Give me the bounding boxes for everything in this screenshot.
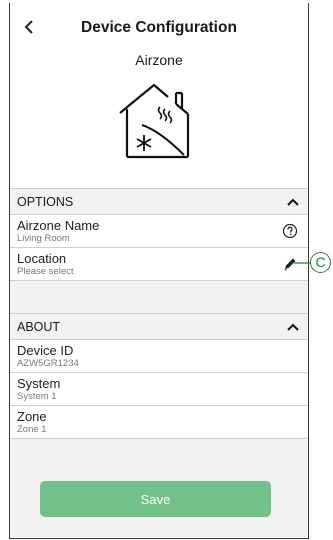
help-circle-icon[interactable] (282, 223, 298, 239)
page-title: Device Configuration (81, 19, 237, 36)
callout-marker: C (294, 249, 332, 277)
header-area: Device Configuration Airzone (10, 3, 308, 189)
section-spacer (10, 281, 308, 314)
airzone-name-row[interactable]: Airzone Name Living Room (10, 215, 308, 248)
device-configuration-screen: Device Configuration Airzone OPTIONS Air… (9, 3, 309, 539)
callout-letter: C (310, 252, 331, 273)
device-id-label: Device ID (17, 343, 74, 358)
system-label: System (17, 376, 61, 391)
system-row: System System 1 (10, 373, 308, 406)
zone-value: Zone 1 (17, 424, 47, 435)
zone-row: Zone Zone 1 (10, 406, 308, 439)
save-button[interactable]: Save (40, 481, 271, 517)
location-row[interactable]: Location Please select (10, 248, 308, 281)
options-heading: OPTIONS (17, 194, 74, 209)
device-id-row: Device ID AZW5GR1234 (10, 340, 308, 373)
zone-label: Zone (17, 409, 47, 424)
airzone-name-value: Living Room (17, 233, 70, 244)
about-section-header[interactable]: ABOUT (10, 314, 308, 340)
location-value: Please select (17, 266, 74, 277)
system-value: System 1 (17, 391, 57, 402)
airzone-name-label: Airzone Name (17, 218, 100, 233)
chevron-up-icon[interactable] (286, 322, 300, 332)
location-label: Location (17, 251, 67, 266)
chevron-up-icon[interactable] (286, 197, 300, 207)
about-heading: ABOUT (17, 319, 61, 334)
footer-area: Save (10, 443, 308, 538)
device-id-value: AZW5GR1234 (17, 358, 79, 369)
options-section-header[interactable]: OPTIONS (10, 189, 308, 215)
airzone-thermostat-icon (119, 83, 190, 159)
device-name: Airzone (135, 52, 183, 68)
